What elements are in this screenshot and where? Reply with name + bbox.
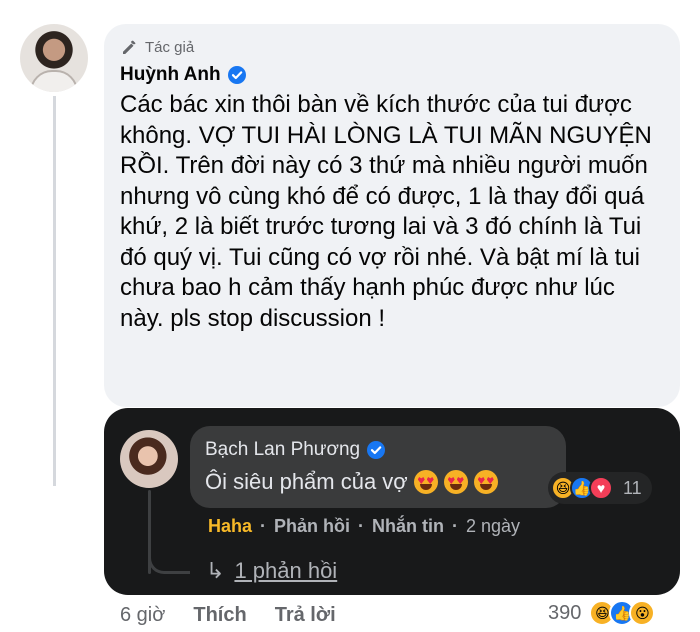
wow-reaction-icon: 😮 bbox=[629, 600, 656, 626]
heart-eyes-emoji-icon bbox=[473, 470, 498, 494]
heart-eyes-emoji-icon bbox=[443, 470, 468, 494]
author-avatar[interactable] bbox=[20, 24, 88, 92]
main-comment-actions: 6 giờ Thích Trả lời bbox=[120, 604, 336, 627]
reply-actions: Haha · Phản hồi · Nhắn tin · 2 ngày bbox=[208, 516, 521, 537]
reply-arrow-icon: ↳ bbox=[206, 558, 225, 583]
love-reaction-icon: ♥ bbox=[589, 476, 613, 500]
reply-thread-curve bbox=[148, 538, 190, 574]
comment-thread-line bbox=[53, 96, 56, 486]
message-button[interactable]: Nhắn tin bbox=[372, 516, 444, 537]
reply-text: Ôi siêu phẩm của vợ bbox=[205, 469, 408, 494]
reply-author-avatar[interactable] bbox=[120, 430, 178, 488]
reply-timestamp[interactable]: 2 ngày bbox=[466, 516, 520, 537]
verified-badge-icon bbox=[366, 440, 386, 460]
main-reaction-count: 390 bbox=[548, 601, 582, 624]
reply-author-name[interactable]: Bạch Lan Phương bbox=[205, 439, 360, 461]
reply-text-row: Ôi siêu phẩm của vợ bbox=[205, 469, 551, 495]
reply-bubble: Bạch Lan Phương Ôi siêu phẩm của vợ bbox=[190, 426, 566, 508]
haha-button[interactable]: Haha bbox=[208, 516, 252, 537]
main-comment-bubble: Tác giả Huỳnh Anh Các bác xin thôi bàn v… bbox=[104, 24, 680, 407]
main-reply-button[interactable]: Trả lời bbox=[275, 604, 336, 627]
reply-reaction-count: 11 bbox=[623, 477, 642, 498]
heart-eyes-emoji-icon bbox=[413, 470, 438, 494]
reply-reactions[interactable]: 😆 👍 ♥ 11 bbox=[548, 472, 652, 504]
comment-text: Các bác xin thôi bàn về kích thước của t… bbox=[120, 91, 652, 332]
reply-button[interactable]: Phản hồi bbox=[274, 516, 350, 537]
comment-author-name[interactable]: Huỳnh Anh bbox=[120, 64, 221, 86]
author-badge-label: Tác giả bbox=[145, 38, 195, 56]
more-replies-link[interactable]: ↳ 1 phản hồi bbox=[206, 558, 337, 584]
main-comment-timestamp[interactable]: 6 giờ bbox=[120, 604, 165, 627]
pen-icon bbox=[120, 38, 138, 56]
like-button[interactable]: Thích bbox=[193, 604, 246, 627]
more-replies-label[interactable]: 1 phản hồi bbox=[234, 558, 337, 584]
author-badge: Tác giả bbox=[120, 38, 664, 56]
main-comment-reactions[interactable]: 390 😆 👍 😮 bbox=[548, 600, 656, 626]
verified-badge-icon bbox=[227, 65, 247, 85]
